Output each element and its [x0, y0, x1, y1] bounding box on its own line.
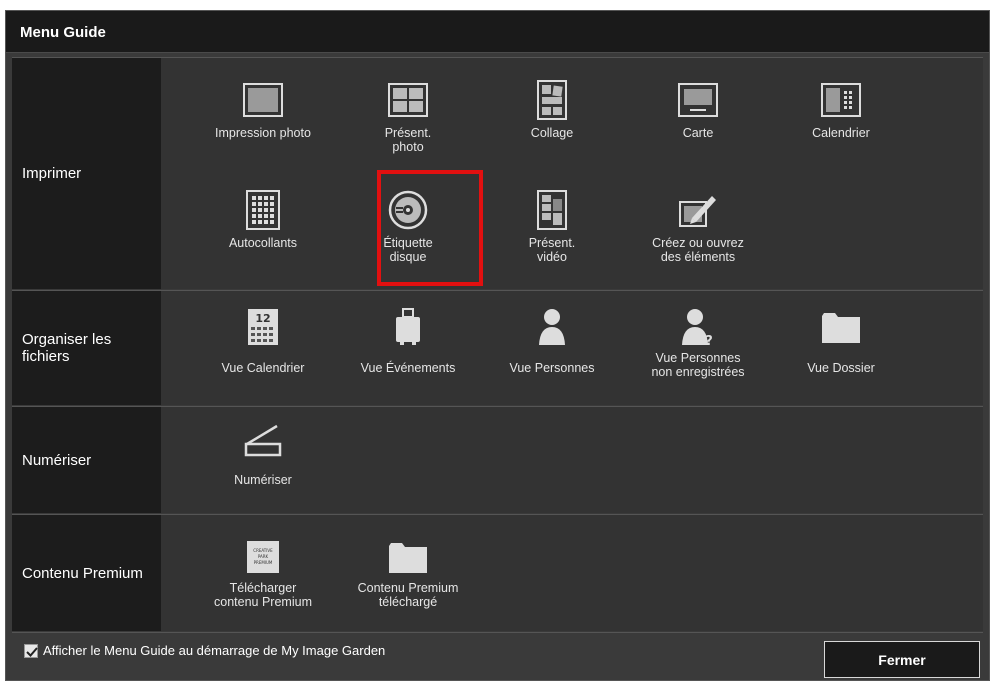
event-view-icon: [388, 307, 428, 347]
tile-video-layout[interactable]: Présent. vidéo: [487, 190, 617, 300]
calendar-print-icon: [821, 80, 861, 120]
tile-event-view[interactable]: Vue Événements: [343, 307, 473, 417]
premium-folder-icon: [388, 537, 428, 577]
tile-label: Vue Personnes: [509, 361, 595, 375]
tile-downloaded-premium[interactable]: Contenu Premium téléchargé: [343, 537, 473, 647]
tile-label: Présent. photo: [384, 126, 432, 154]
tile-label: Vue Personnes non enregistrées: [651, 351, 745, 379]
tile-collage[interactable]: Collage: [487, 80, 617, 190]
photo-layout-icon: [388, 80, 428, 120]
create-open-items-icon: [678, 190, 718, 230]
tile-unregistered-people[interactable]: ? Vue Personnes non enregistrées: [633, 307, 763, 417]
title-bar: Menu Guide: [6, 11, 989, 53]
svg-text:PREMIUM: PREMIUM: [254, 560, 273, 565]
tile-folder-view[interactable]: Vue Dossier: [776, 307, 906, 417]
stickers-icon: [243, 190, 283, 230]
svg-text:PARK: PARK: [258, 554, 269, 559]
tile-label: Carte: [682, 126, 714, 140]
tile-label: Impression photo: [215, 126, 311, 140]
tile-label: Vue Dossier: [807, 361, 875, 375]
tile-photo-print[interactable]: Impression photo: [198, 80, 328, 190]
section-body-premium: CREATIVE PARK PREMIUM Télécharger contenu …: [161, 515, 983, 631]
tile-label: Télécharger contenu Premium: [214, 581, 312, 609]
tile-label: Numériser: [234, 473, 292, 487]
tile-label: Collage: [530, 126, 574, 140]
footer: Afficher le Menu Guide au démarrage de M…: [12, 632, 983, 680]
tile-label: Autocollants: [228, 236, 298, 250]
window-title: Menu Guide: [20, 24, 106, 41]
section-label-organize: Organiser les fichiers: [12, 291, 161, 405]
svg-text:?: ?: [705, 334, 713, 346]
people-view-icon: [532, 307, 572, 347]
calendar-view-icon: 12: [243, 307, 283, 347]
tile-create-open-items[interactable]: Créez ou ouvrez des éléments: [633, 190, 763, 300]
section-organize: Organiser les fichiers 12 Vue Calendrier…: [12, 290, 983, 405]
menu-guide-window: Menu Guide Imprimer Impression photo Pré…: [5, 10, 990, 681]
selection-highlight: [377, 170, 483, 286]
close-button[interactable]: Fermer: [824, 641, 980, 678]
section-label-premium: Contenu Premium: [12, 515, 161, 631]
section-body-organize: 12 Vue Calendrier Vue Événements Vue Per…: [161, 291, 983, 405]
tile-calendar-print[interactable]: Calendrier: [776, 80, 906, 190]
tile-people-view[interactable]: Vue Personnes: [487, 307, 617, 417]
section-print: Imprimer Impression photo Présent. photo…: [12, 57, 983, 289]
section-body-print: Impression photo Présent. photo Collage …: [161, 58, 983, 289]
tile-label: Créez ou ouvrez des éléments: [652, 236, 744, 264]
tile-card[interactable]: Carte: [633, 80, 763, 190]
tile-label: Vue Calendrier: [221, 361, 305, 375]
startup-checkbox[interactable]: [24, 644, 38, 658]
creative-park-icon: CREATIVE PARK PREMIUM: [243, 537, 283, 577]
tile-download-premium[interactable]: CREATIVE PARK PREMIUM Télécharger contenu …: [198, 537, 328, 647]
tile-label: Contenu Premium téléchargé: [357, 581, 459, 609]
checkmark-icon: [26, 647, 38, 657]
tile-calendar-view[interactable]: 12 Vue Calendrier: [198, 307, 328, 417]
photo-print-icon: [243, 80, 283, 120]
section-scan: Numériser Numériser: [12, 406, 983, 513]
folder-view-icon: [821, 307, 861, 347]
card-icon: [678, 80, 718, 120]
unregistered-people-icon: ?: [678, 307, 718, 347]
collage-icon: [532, 80, 572, 120]
svg-text:CREATIVE: CREATIVE: [253, 548, 273, 553]
tile-label: Calendrier: [812, 126, 870, 140]
tile-stickers[interactable]: Autocollants: [198, 190, 328, 300]
startup-checkbox-label: Afficher le Menu Guide au démarrage de M…: [43, 643, 386, 658]
section-label-print: Imprimer: [12, 58, 161, 289]
section-premium: Contenu Premium CREATIVE PARK PREMIUM Télé…: [12, 514, 983, 631]
section-body-scan: Numériser: [161, 407, 983, 513]
tile-label: Présent. vidéo: [528, 236, 576, 264]
tile-label: Vue Événements: [360, 361, 456, 375]
svg-text:12: 12: [255, 312, 270, 325]
section-label-scan: Numériser: [12, 407, 161, 513]
video-layout-icon: [532, 190, 572, 230]
scanner-icon: [243, 421, 283, 461]
